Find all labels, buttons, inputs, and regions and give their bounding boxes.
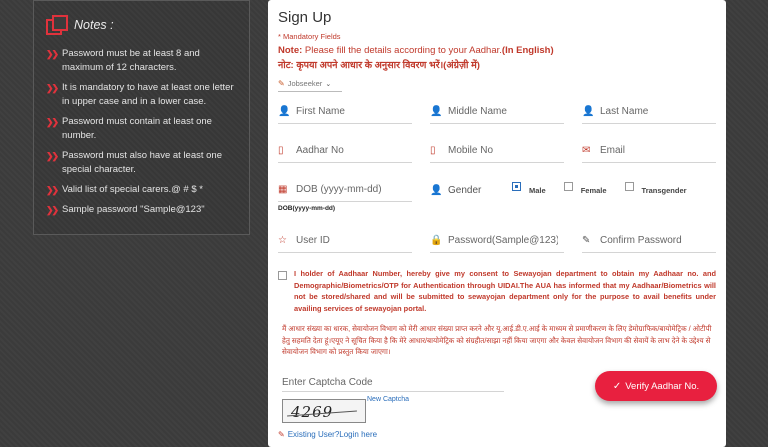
first-name-input[interactable] <box>296 106 406 117</box>
dob-gender-row: ▦ 👤Gender Male Female Transgender <box>278 178 716 202</box>
signup-panel: Sign Up * Mandatory Fields Note: Please … <box>268 0 726 447</box>
aadhar-input[interactable] <box>296 145 406 156</box>
envelope-icon: ✉ <box>582 145 591 156</box>
note-item: ❯❯ Password must also have at least one s… <box>46 150 223 175</box>
calendar-icon: ▦ <box>278 184 288 195</box>
consent-hindi: मैं आधार संख्या का धारक, सेवायोजन विभाग … <box>282 324 712 356</box>
notes-panel: Notes : ❯❯ Password must be at least 8 an… <box>33 0 250 235</box>
new-captcha-link[interactable]: New Captcha <box>367 396 409 403</box>
gender-male-radio[interactable]: Male <box>512 181 546 195</box>
radio-checked-icon[interactable] <box>512 181 521 191</box>
user-icon: 👤 <box>430 106 443 117</box>
gender-transgender-radio[interactable]: Transgender <box>624 181 687 195</box>
gender-label: 👤 Gender <box>430 184 482 196</box>
captcha-field[interactable] <box>282 372 504 392</box>
name-row: 👤 👤 👤 <box>278 100 716 124</box>
gender-group: 👤 Gender Male Female Transgender <box>430 178 716 202</box>
user-icon: 👤 <box>278 106 291 117</box>
consent-english: I holder of Aadhaar Number, hereby give … <box>294 269 716 313</box>
confirm-password-input[interactable] <box>600 235 710 246</box>
edit-icon: ✎ <box>278 430 285 439</box>
dob-hint: DOB(yyyy-mm-dd) <box>278 205 336 212</box>
password-field[interactable]: 🔒 <box>430 229 564 253</box>
captcha-input[interactable] <box>282 377 504 388</box>
check-icon: ✓ <box>612 380 622 392</box>
note-item: ❯❯ Sample password "Sample@123" <box>46 204 205 215</box>
confirm-password-field[interactable]: ✎ <box>582 229 716 253</box>
existing-user-link[interactable]: ✎ Existing User?Login here <box>278 430 377 439</box>
user-icon: 👤 <box>430 184 443 196</box>
aadhar-field[interactable]: ▯ <box>278 139 412 163</box>
chevron-double-right-icon: ❯❯ <box>46 205 59 215</box>
notes-header: Notes : <box>46 15 239 35</box>
captcha-image: 4269 <box>282 399 366 423</box>
note-item: ❯❯ It is mandatory to have at least one l… <box>46 82 234 107</box>
chevron-double-right-icon: ❯❯ <box>46 83 59 93</box>
gender-female-radio[interactable]: Female <box>563 181 607 195</box>
contact-row: ▯ ▯ ✉ <box>278 139 716 163</box>
email-field[interactable]: ✉ <box>582 139 716 163</box>
note-item: ❯❯ Password must be at least 8 and maximu… <box>46 48 200 73</box>
mandatory-note: * Mandatory Fields <box>278 32 341 41</box>
dob-field[interactable]: ▦ <box>278 178 412 202</box>
credentials-row: ☆ 🔒 ✎ <box>278 229 716 253</box>
user-id-input[interactable] <box>296 235 406 246</box>
chevron-down-icon: ⌄ <box>325 80 332 88</box>
middle-name-input[interactable] <box>448 106 558 117</box>
mobile-icon: ▯ <box>430 145 436 156</box>
notes-icon <box>46 15 68 35</box>
consent-block: I holder of Aadhaar Number, hereby give … <box>278 268 716 314</box>
radio-icon[interactable] <box>624 181 634 191</box>
email-input[interactable] <box>600 145 710 156</box>
mobile-field[interactable]: ▯ <box>430 139 564 163</box>
last-name-field[interactable]: 👤 <box>582 100 716 124</box>
consent-checkbox[interactable] <box>278 271 287 280</box>
user-icon: 👤 <box>582 106 595 117</box>
verify-aadhar-button[interactable]: ✓ Verify Aadhar No. <box>595 371 717 401</box>
password-input[interactable] <box>448 235 558 246</box>
note-english: Note: Please fill the details according … <box>278 45 554 56</box>
page-title: Sign Up <box>278 9 332 26</box>
mobile-input[interactable] <box>448 145 558 156</box>
user-id-field[interactable]: ☆ <box>278 229 412 253</box>
id-card-icon: ▯ <box>278 145 284 156</box>
note-item: ❯❯ Password must contain at least one num… <box>46 116 212 141</box>
radio-icon[interactable] <box>563 181 573 191</box>
last-name-input[interactable] <box>600 106 710 117</box>
edit-icon: ✎ <box>278 79 285 88</box>
note-item: ❯❯ Valid list of special carers.@ # $ * <box>46 184 203 195</box>
lock-icon: 🔒 <box>430 235 443 246</box>
middle-name-field[interactable]: 👤 <box>430 100 564 124</box>
star-user-icon: ☆ <box>278 235 287 246</box>
note-hindi: नोट: कृपया अपने आधार के अनुसार विवरण भरे… <box>278 60 480 71</box>
chevron-double-right-icon: ❯❯ <box>46 185 59 195</box>
dob-input[interactable] <box>296 184 406 195</box>
chevron-double-right-icon: ❯❯ <box>46 117 59 127</box>
chevron-double-right-icon: ❯❯ <box>46 49 59 59</box>
pencil-icon: ✎ <box>582 235 591 246</box>
chevron-double-right-icon: ❯❯ <box>46 151 59 161</box>
role-select[interactable]: ✎ Jobseeker ⌄ <box>278 79 342 92</box>
first-name-field[interactable]: 👤 <box>278 100 412 124</box>
notes-title: Notes : <box>74 18 114 32</box>
